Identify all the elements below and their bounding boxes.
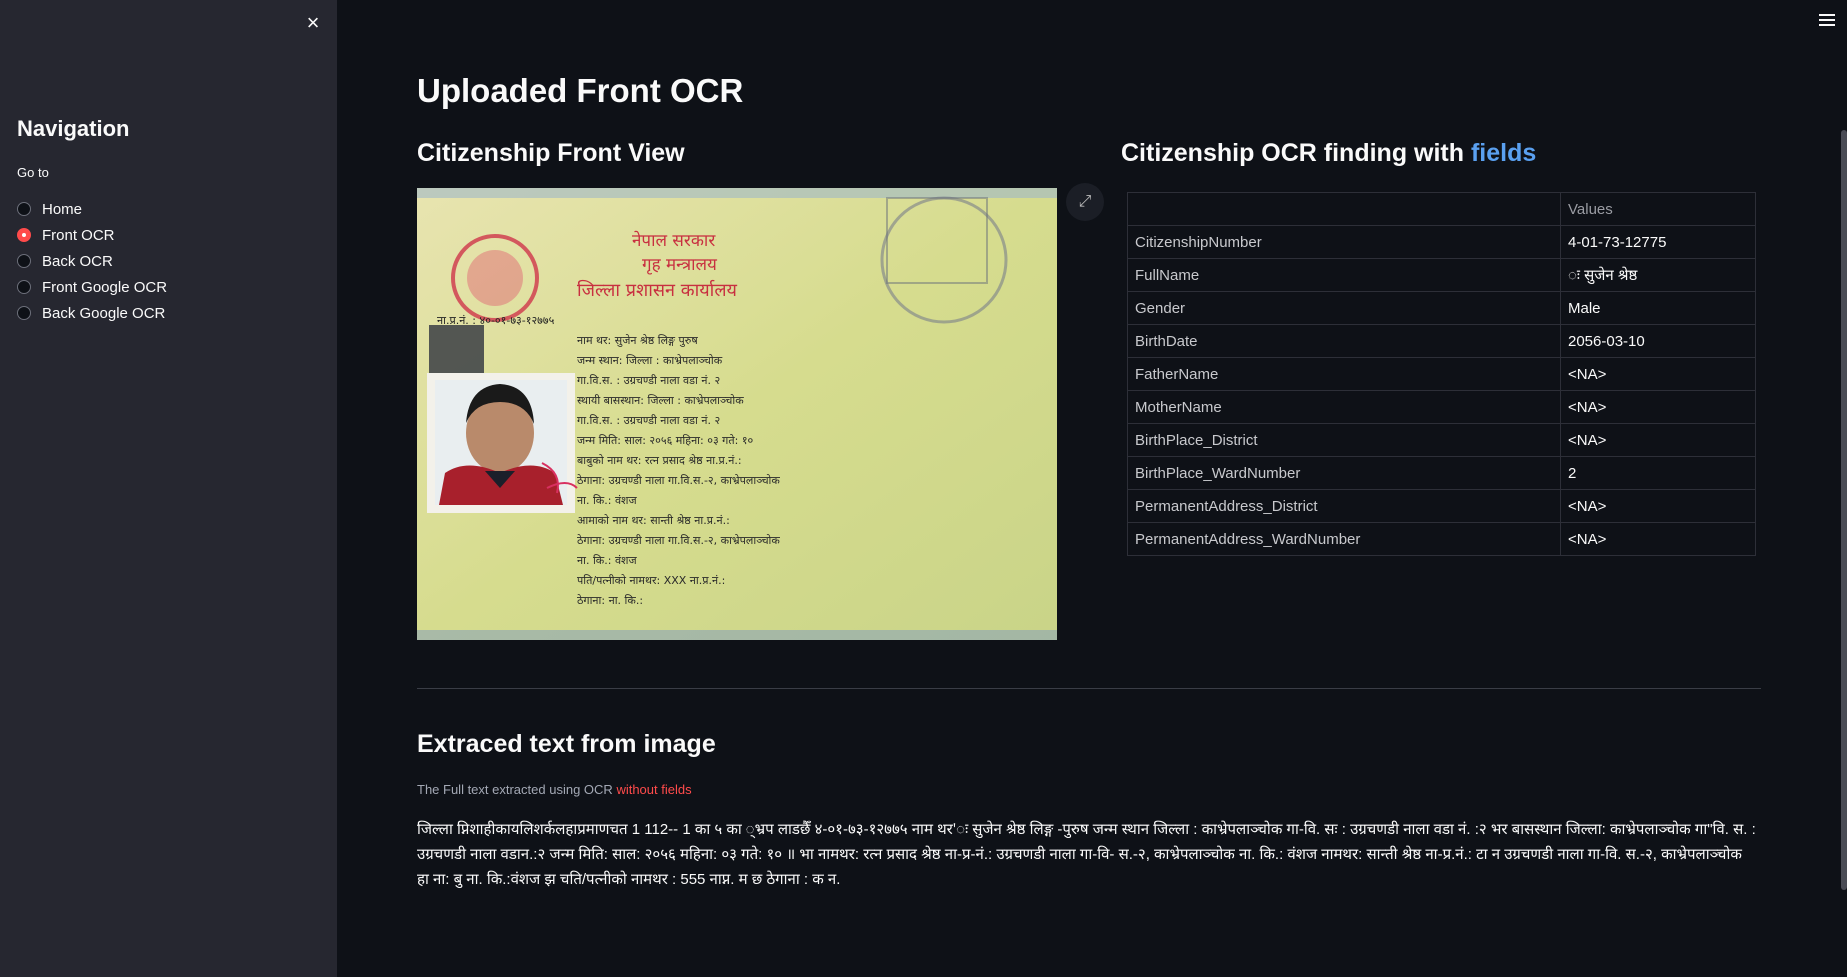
close-icon[interactable]: × — [302, 12, 324, 34]
nav-option-front-google-ocr[interactable]: Front Google OCR — [17, 274, 167, 300]
table-row: BirthPlace_District <NA> — [1127, 423, 1756, 457]
section-divider — [417, 688, 1761, 689]
field-name: Gender — [1127, 291, 1561, 325]
field-name: CitizenshipNumber — [1127, 225, 1561, 259]
field-value: 2056-03-10 — [1560, 324, 1756, 358]
field-value: 2 — [1560, 456, 1756, 490]
sidebar: × Navigation Go to Home Front OCR Back O… — [0, 0, 337, 977]
radio-icon[interactable] — [17, 280, 31, 294]
table-header-row: Values — [1127, 192, 1756, 226]
field-name: BirthDate — [1127, 324, 1561, 358]
table-header-values: Values — [1560, 192, 1756, 226]
table-header-index — [1127, 192, 1561, 226]
nav-option-home[interactable]: Home — [17, 196, 167, 222]
nav-option-back-google-ocr[interactable]: Back Google OCR — [17, 300, 167, 326]
field-name: FatherName — [1127, 357, 1561, 391]
nav-option-label: Back Google OCR — [42, 304, 166, 322]
extracted-text-title: Extraced text from image — [417, 730, 716, 758]
nav-option-label: Home — [42, 200, 83, 218]
caption-prefix: The Full text extracted using OCR — [417, 782, 613, 797]
nav-option-label: Front Google OCR — [42, 278, 168, 296]
table-row: CitizenshipNumber 4-01-73-12775 — [1127, 225, 1756, 259]
field-value: <NA> — [1560, 522, 1756, 556]
field-name: BirthPlace_WardNumber — [1127, 456, 1561, 490]
field-value: 4-01-73-12775 — [1560, 225, 1756, 259]
table-row: BirthPlace_WardNumber 2 — [1127, 456, 1756, 490]
extracted-text-caption: The Full text extracted using OCR withou… — [417, 782, 692, 797]
table-row: PermanentAddress_WardNumber <NA> — [1127, 522, 1756, 556]
goto-label: Go to — [17, 165, 49, 180]
nav-option-back-ocr[interactable]: Back OCR — [17, 248, 167, 274]
table-row: PermanentAddress_District <NA> — [1127, 489, 1756, 523]
field-name: BirthPlace_District — [1127, 423, 1561, 457]
nav-radio-group: Home Front OCR Back OCR Front Google OCR… — [17, 196, 167, 326]
field-name: PermanentAddress_District — [1127, 489, 1561, 523]
radio-icon[interactable] — [17, 254, 31, 268]
radio-icon[interactable] — [17, 202, 31, 216]
field-value: Male — [1560, 291, 1756, 325]
radio-selected-icon[interactable] — [17, 228, 31, 242]
hamburger-menu-icon[interactable] — [1819, 14, 1835, 28]
image-section-title: Citizenship Front View — [417, 139, 685, 167]
card-number: ना.प्र.नं. : ४०-०१-७३-१२७७५ — [437, 314, 555, 327]
card-gov-line2: गृह मन्त्रालय — [642, 255, 717, 275]
page-title: Uploaded Front OCR — [417, 72, 744, 109]
field-value: <NA> — [1560, 489, 1756, 523]
table-row: BirthDate 2056-03-10 — [1127, 324, 1756, 358]
table-row: MotherName <NA> — [1127, 390, 1756, 424]
nav-option-label: Back OCR — [42, 252, 113, 270]
caption-highlight: without fields — [616, 782, 692, 797]
extracted-full-text: जिल्ला प्निशाहीकायलिशर्कलहाप्रमाणचत 1 11… — [417, 821, 1756, 888]
card-gov-line3: जिल्ला प्रशासन कार्यालय — [577, 280, 737, 301]
card-gov-line1: नेपाल सरकार — [632, 231, 716, 251]
table-title-accent: fields — [1470, 139, 1537, 167]
field-name: FullName — [1127, 258, 1561, 292]
table-row: FullNameः सुजेन श्रेष्ठ — [1127, 258, 1756, 292]
table-row: Gender Male — [1127, 291, 1756, 325]
card-details: नाम थर: सुजेन श्रेष्ठ लिङ्ग पुरुष जन्म स… — [577, 334, 780, 607]
field-value: ः सुजेन श्रेष्ठ — [1560, 258, 1756, 292]
table-title-prefix: Citizenship OCR finding with — [1121, 139, 1465, 167]
sidebar-title: Navigation — [17, 116, 130, 141]
field-value: <NA> — [1560, 390, 1756, 424]
radio-icon[interactable] — [17, 306, 31, 320]
nav-option-label: Front OCR — [42, 226, 115, 244]
field-name: PermanentAddress_WardNumber — [1127, 522, 1561, 556]
field-value: <NA> — [1560, 423, 1756, 457]
citizenship-card-image: नेपाल सरकार गृह मन्त्रालय जिल्ला प्रशासन… — [417, 188, 1057, 640]
table-section-title: Citizenship OCR finding with fields — [1121, 139, 1536, 168]
vertical-scrollbar[interactable] — [1841, 130, 1847, 890]
field-name: MotherName — [1127, 390, 1561, 424]
field-value: <NA> — [1560, 357, 1756, 391]
table-row: FatherName <NA> — [1127, 357, 1756, 391]
nav-option-front-ocr[interactable]: Front OCR — [17, 222, 167, 248]
ocr-fields-table: Values CitizenshipNumber 4-01-73-12775 Fu… — [1127, 192, 1756, 556]
fullscreen-expand-icon[interactable]: ⤢ — [1066, 183, 1104, 221]
